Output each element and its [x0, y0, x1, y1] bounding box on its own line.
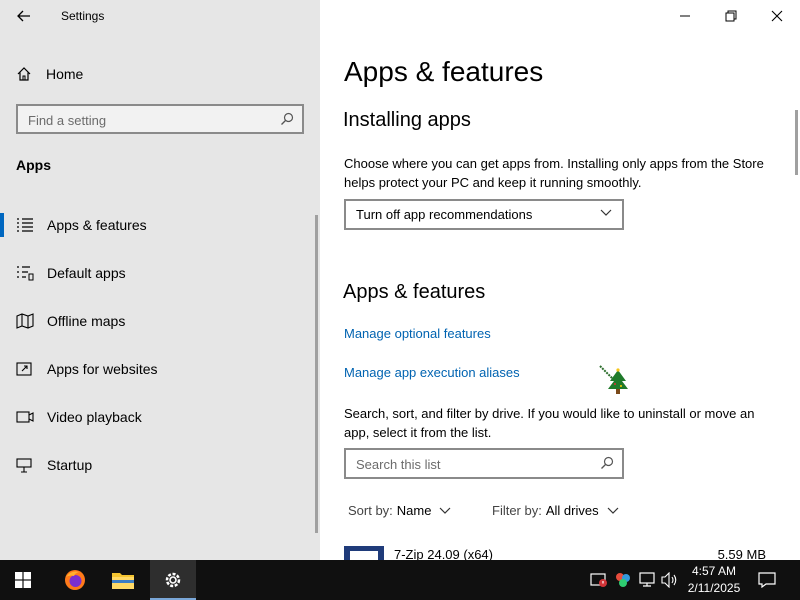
open-link-icon: [16, 362, 32, 376]
section-heading: Apps: [16, 157, 51, 173]
sort-by-label: Sort by:: [348, 503, 393, 518]
settings-search-box[interactable]: [16, 104, 304, 134]
sort-by-value: Name: [396, 503, 432, 518]
back-button[interactable]: [12, 4, 36, 28]
sidebar-item-apps-for-websites[interactable]: Apps for websites: [0, 353, 320, 385]
chevron-down-icon: [607, 507, 619, 514]
network-icon: [639, 572, 655, 587]
settings-taskbar-button[interactable]: [150, 560, 196, 600]
sidebar-item-label: Apps & features: [47, 217, 147, 233]
filter-by-value: All drives: [545, 503, 599, 518]
list-icon: [17, 218, 33, 232]
video-icon: [16, 411, 34, 423]
search-sort-description: Search, sort, and filter by drive. If yo…: [344, 406, 755, 440]
app-icon: [344, 546, 384, 560]
home-nav-item[interactable]: Home: [16, 63, 83, 85]
back-arrow-icon: [17, 10, 30, 22]
settings-window: Settings Home Apps Apps & features Defau…: [0, 0, 800, 600]
sort-by-control[interactable]: Sort by: Name: [348, 503, 451, 518]
sidebar-item-label: Offline maps: [47, 313, 126, 329]
sidebar: Settings Home Apps Apps & features Defau…: [0, 0, 320, 560]
sidebar-item-label: Startup: [47, 457, 93, 473]
manage-app-execution-aliases-link[interactable]: Manage app execution aliases: [344, 365, 520, 380]
search-icon[interactable]: [600, 456, 614, 475]
clock-date: 2/11/2025: [687, 581, 741, 595]
chevron-down-icon: [440, 507, 451, 514]
search-icon[interactable]: [280, 112, 294, 131]
window-title: Settings: [61, 9, 105, 23]
filter-by-label: Filter by:: [492, 503, 542, 518]
filter-by-control[interactable]: Filter by: All drives: [492, 503, 619, 518]
network-tray-icon[interactable]: [638, 571, 656, 589]
app-list-search-box[interactable]: [344, 448, 624, 479]
start-button[interactable]: [0, 560, 46, 600]
app-tray-icon[interactable]: [614, 571, 632, 589]
colorful-app-icon: [616, 573, 630, 587]
action-center-icon: [758, 572, 776, 588]
sidebar-item-default-apps[interactable]: Default apps: [0, 257, 320, 289]
installing-apps-heading: Installing apps: [343, 109, 471, 131]
sidebar-item-label: Default apps: [47, 265, 126, 281]
minimize-button[interactable]: [665, 4, 705, 28]
app-list-item[interactable]: 7-Zip 24.09 (x64) 5.59 MB: [344, 544, 768, 560]
taskbar-clock[interactable]: 4:57 AM 2/11/2025: [682, 563, 746, 597]
speaker-icon: [661, 572, 677, 588]
restore-button[interactable]: [711, 4, 751, 28]
sidebar-item-offline-maps[interactable]: Offline maps: [0, 305, 320, 337]
default-apps-icon: [17, 266, 34, 281]
manage-optional-features-link[interactable]: Manage optional features: [344, 326, 491, 341]
christmas-tree-icon: [598, 364, 632, 401]
windows-logo-icon: [15, 572, 31, 588]
notifications-button[interactable]: [758, 571, 776, 589]
clock-time: 4:57 AM: [691, 564, 737, 578]
sidebar-scrollbar[interactable]: [315, 215, 318, 533]
settings-search-input[interactable]: [28, 111, 268, 129]
sidebar-item-startup[interactable]: Startup: [0, 449, 320, 481]
minimize-icon: [680, 15, 690, 17]
app-name: 7-Zip 24.09 (x64): [394, 547, 493, 560]
close-button[interactable]: [757, 4, 797, 28]
file-explorer-taskbar-button[interactable]: [100, 560, 146, 600]
home-icon: [17, 67, 31, 81]
firefox-icon: [65, 570, 85, 590]
map-icon: [16, 313, 34, 329]
restore-icon: [725, 10, 737, 22]
taskbar: 4:57 AM 2/11/2025: [0, 560, 800, 600]
dropdown-value: Turn off app recommendations: [356, 207, 533, 222]
app-source-dropdown[interactable]: Turn off app recommendations: [344, 199, 624, 230]
main-scrollbar[interactable]: [795, 110, 798, 175]
sidebar-item-label: Apps for websites: [47, 361, 158, 377]
sidebar-item-label: Video playback: [47, 409, 142, 425]
close-icon: [771, 10, 783, 22]
page-title: Apps & features: [344, 56, 544, 87]
app-list-search-input[interactable]: [356, 455, 586, 473]
security-alert-tray-icon[interactable]: [590, 571, 608, 589]
home-label: Home: [46, 66, 84, 82]
installing-apps-description: Choose where you can get apps from. Inst…: [344, 156, 764, 190]
volume-tray-icon[interactable]: [661, 571, 679, 589]
shield-alert-icon: [590, 573, 607, 587]
apps-features-heading: Apps & features: [343, 281, 486, 303]
app-size: 5.59 MB: [717, 547, 766, 560]
startup-icon: [16, 458, 32, 473]
sidebar-item-apps-features[interactable]: Apps & features: [0, 209, 320, 241]
chevron-down-icon: [600, 209, 612, 216]
firefox-taskbar-button[interactable]: [52, 560, 98, 600]
gear-icon: [165, 572, 181, 588]
sidebar-item-video-playback[interactable]: Video playback: [0, 401, 320, 433]
folder-icon: [112, 573, 134, 589]
